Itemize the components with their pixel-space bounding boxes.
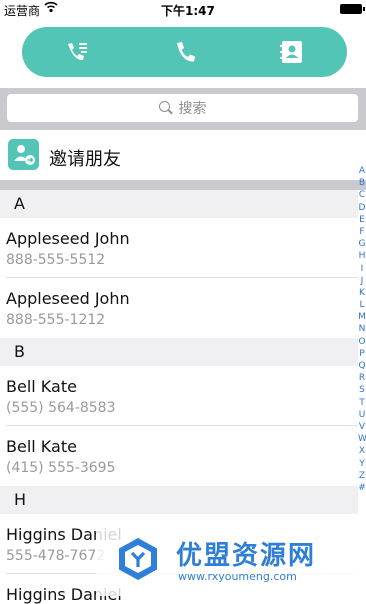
contact-name: Appleseed John	[6, 229, 130, 248]
search-input[interactable]: 搜索	[7, 94, 358, 122]
index-letter[interactable]: J	[358, 275, 366, 287]
index-letter[interactable]: T	[358, 397, 366, 409]
watermark-title: 优盟资源网	[176, 541, 317, 571]
watermark: 优盟资源网 www.rxyoumeng.com	[96, 521, 358, 596]
index-letter[interactable]: C	[358, 189, 366, 201]
index-letter[interactable]: X	[358, 445, 366, 457]
section-separator	[0, 180, 366, 190]
contact-row[interactable]: Bell Kate (555) 564-8583	[0, 366, 358, 426]
battery-icon	[340, 4, 365, 14]
index-letter[interactable]: Z	[358, 470, 366, 482]
contact-row[interactable]: Appleseed John 888-555-1212	[0, 278, 358, 338]
contact-phone: 555-478-7672	[6, 548, 106, 564]
index-letter[interactable]: N	[358, 323, 366, 335]
index-letter[interactable]: M	[358, 311, 366, 323]
index-letter[interactable]: Q	[358, 360, 366, 372]
cube-logo-icon	[119, 538, 157, 580]
contact-name: Bell Kate	[6, 377, 77, 396]
index-letter[interactable]: F	[358, 226, 366, 238]
invite-friends-row[interactable]: 邀请朋友	[0, 132, 366, 180]
section-index-bar[interactable]: A B C D E F G H I J K L M N O P Q R S T U V W X Y Z #	[358, 165, 366, 494]
section-header-h: H	[0, 486, 358, 514]
phone-icon	[177, 42, 195, 62]
tab-contacts[interactable]	[275, 36, 309, 68]
search-bar: 搜索	[0, 88, 366, 130]
contact-row[interactable]: Appleseed John 888-555-5512	[0, 218, 358, 278]
invite-friend-icon	[8, 139, 39, 170]
index-letter[interactable]: Y	[358, 458, 366, 470]
index-letter[interactable]: S	[358, 384, 366, 396]
index-letter[interactable]: A	[358, 165, 366, 177]
contact-name: Appleseed John	[6, 289, 130, 308]
section-header-a: A	[0, 190, 358, 218]
call-log-icon	[68, 43, 87, 61]
tab-phone[interactable]	[168, 36, 202, 68]
carrier-label: 运营商	[4, 4, 41, 18]
contacts-book-icon	[280, 41, 302, 63]
search-placeholder: 搜索	[178, 101, 207, 117]
index-letter[interactable]: B	[358, 177, 366, 189]
contact-phone: 888-555-1212	[6, 312, 106, 328]
index-letter[interactable]: V	[358, 421, 366, 433]
top-tab-bar	[22, 27, 347, 77]
index-letter[interactable]: R	[358, 372, 366, 384]
index-letter[interactable]: P	[358, 348, 366, 360]
status-time: 下午1:47	[161, 4, 215, 18]
index-letter[interactable]: G	[358, 238, 366, 250]
contact-phone: (555) 564-8583	[6, 400, 116, 416]
index-letter[interactable]: H	[358, 250, 366, 262]
index-letter[interactable]: W	[358, 433, 366, 445]
contact-row[interactable]: Bell Kate (415) 555-3695	[0, 426, 358, 486]
contact-phone: (415) 555-3695	[6, 460, 116, 476]
index-letter[interactable]: U	[358, 409, 366, 421]
index-letter[interactable]: O	[358, 336, 366, 348]
tab-call-log[interactable]	[60, 36, 94, 68]
invite-friends-label: 邀请朋友	[49, 149, 121, 170]
contact-phone: 888-555-5512	[6, 252, 106, 268]
section-header-b: B	[0, 338, 358, 366]
index-letter[interactable]: K	[358, 287, 366, 299]
index-letter[interactable]: L	[358, 299, 366, 311]
index-letter[interactable]: #	[358, 482, 366, 494]
watermark-url: www.rxyoumeng.com	[178, 570, 297, 583]
status-bar: 运营商 下午1:47	[0, 0, 366, 20]
index-letter[interactable]: E	[358, 214, 366, 226]
wifi-icon	[44, 1, 58, 16]
index-letter[interactable]: D	[358, 202, 366, 214]
index-letter[interactable]: I	[358, 263, 366, 275]
contact-name: Bell Kate	[6, 437, 77, 456]
search-icon	[158, 101, 173, 115]
